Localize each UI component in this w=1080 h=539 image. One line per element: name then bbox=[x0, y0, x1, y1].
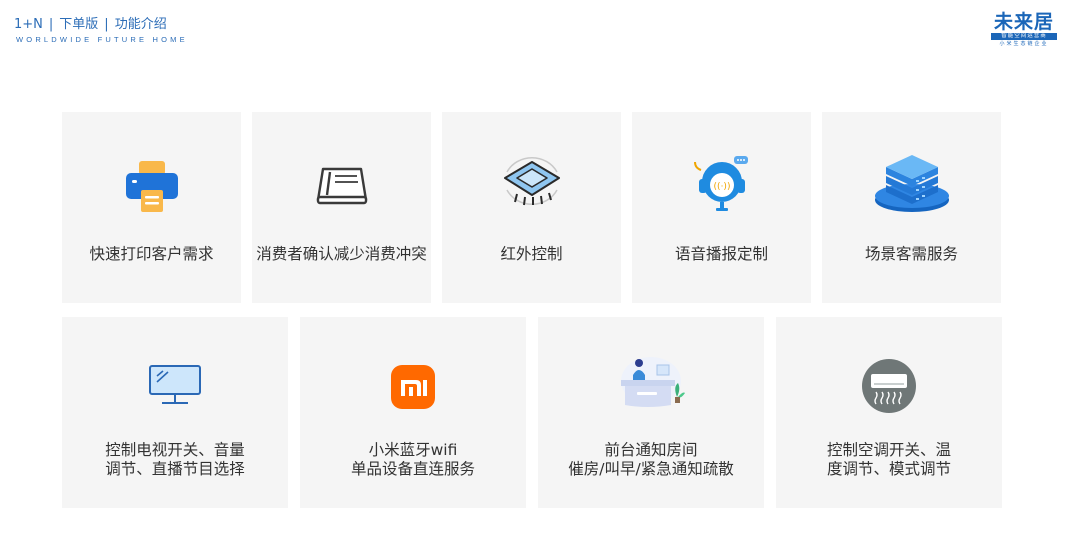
feature-card-confirm: 消费者确认减少消费冲突 bbox=[252, 112, 431, 303]
server-stack-icon bbox=[874, 155, 949, 212]
feature-label: 快速打印客户需求 bbox=[89, 245, 214, 263]
feature-card-tv: 控制电视开关、音量 调节、直播节目选择 bbox=[62, 317, 288, 508]
breadcrumb-separator: | bbox=[48, 17, 54, 32]
feature-label-line1: 控制空调开关、温 bbox=[826, 441, 951, 459]
logo-bar-text: 智能空间运营商 bbox=[991, 33, 1057, 40]
brand-logo: 未来居 智能空间运营商 小米生态链企业 bbox=[988, 12, 1060, 52]
feature-card-frontdesk: 前台通知房间 催房/叫早/紧急通知疏散 bbox=[538, 317, 764, 508]
feature-label-line2: 单品设备直连服务 bbox=[350, 460, 475, 478]
feature-label: 消费者确认减少消费冲突 bbox=[256, 245, 427, 263]
feature-label-line1: 前台通知房间 bbox=[604, 441, 698, 459]
feature-label-line2: 催房/叫早/紧急通知疏散 bbox=[568, 460, 734, 478]
feature-label-line1: 控制电视开关、音量 bbox=[105, 441, 245, 459]
feature-label-line1: 小米蓝牙wifi bbox=[368, 441, 458, 459]
logo-name: 未来居 bbox=[993, 11, 1054, 33]
feature-card-scene: 场景客需服务 bbox=[822, 112, 1001, 303]
feature-label: 语音播报定制 bbox=[674, 245, 768, 263]
mi-logo-icon bbox=[391, 365, 435, 409]
breadcrumb-separator: | bbox=[104, 17, 109, 32]
headset-icon: ((·)) bbox=[693, 156, 748, 211]
svg-text:((·)): ((·)) bbox=[713, 182, 730, 192]
monitor-icon bbox=[149, 365, 201, 404]
feature-label-line2: 度调节、模式调节 bbox=[826, 460, 951, 478]
chip-icon bbox=[503, 157, 560, 206]
reception-desk-icon bbox=[621, 357, 685, 407]
feature-card-xiaomi: 小米蓝牙wifi 单品设备直连服务 bbox=[300, 317, 526, 508]
scanner-icon bbox=[316, 167, 367, 205]
feature-card-infrared: 红外控制 bbox=[442, 112, 621, 303]
tagline: WORLDWIDE FUTURE HOME bbox=[16, 35, 188, 44]
breadcrumb-item-2: 下单版 bbox=[59, 17, 99, 32]
printer-icon bbox=[125, 161, 178, 212]
breadcrumb: 1+N | 下单版 | 功能介绍 bbox=[14, 13, 167, 32]
breadcrumb-item-1: 1+N bbox=[14, 17, 43, 32]
air-conditioner-icon bbox=[862, 359, 916, 413]
feature-card-print: 快速打印客户需求 bbox=[62, 112, 241, 303]
breadcrumb-item-3: 功能介绍 bbox=[114, 17, 167, 32]
feature-card-ac: 控制空调开关、温 度调节、模式调节 bbox=[776, 317, 1002, 508]
feature-label: 红外控制 bbox=[500, 245, 563, 263]
logo-sub-text: 小米生态链企业 bbox=[999, 41, 1049, 47]
feature-label: 场景客需服务 bbox=[864, 245, 958, 263]
feature-label-line2: 调节、直播节目选择 bbox=[105, 460, 245, 478]
feature-card-voice: ((·)) 语音播报定制 bbox=[632, 112, 811, 303]
